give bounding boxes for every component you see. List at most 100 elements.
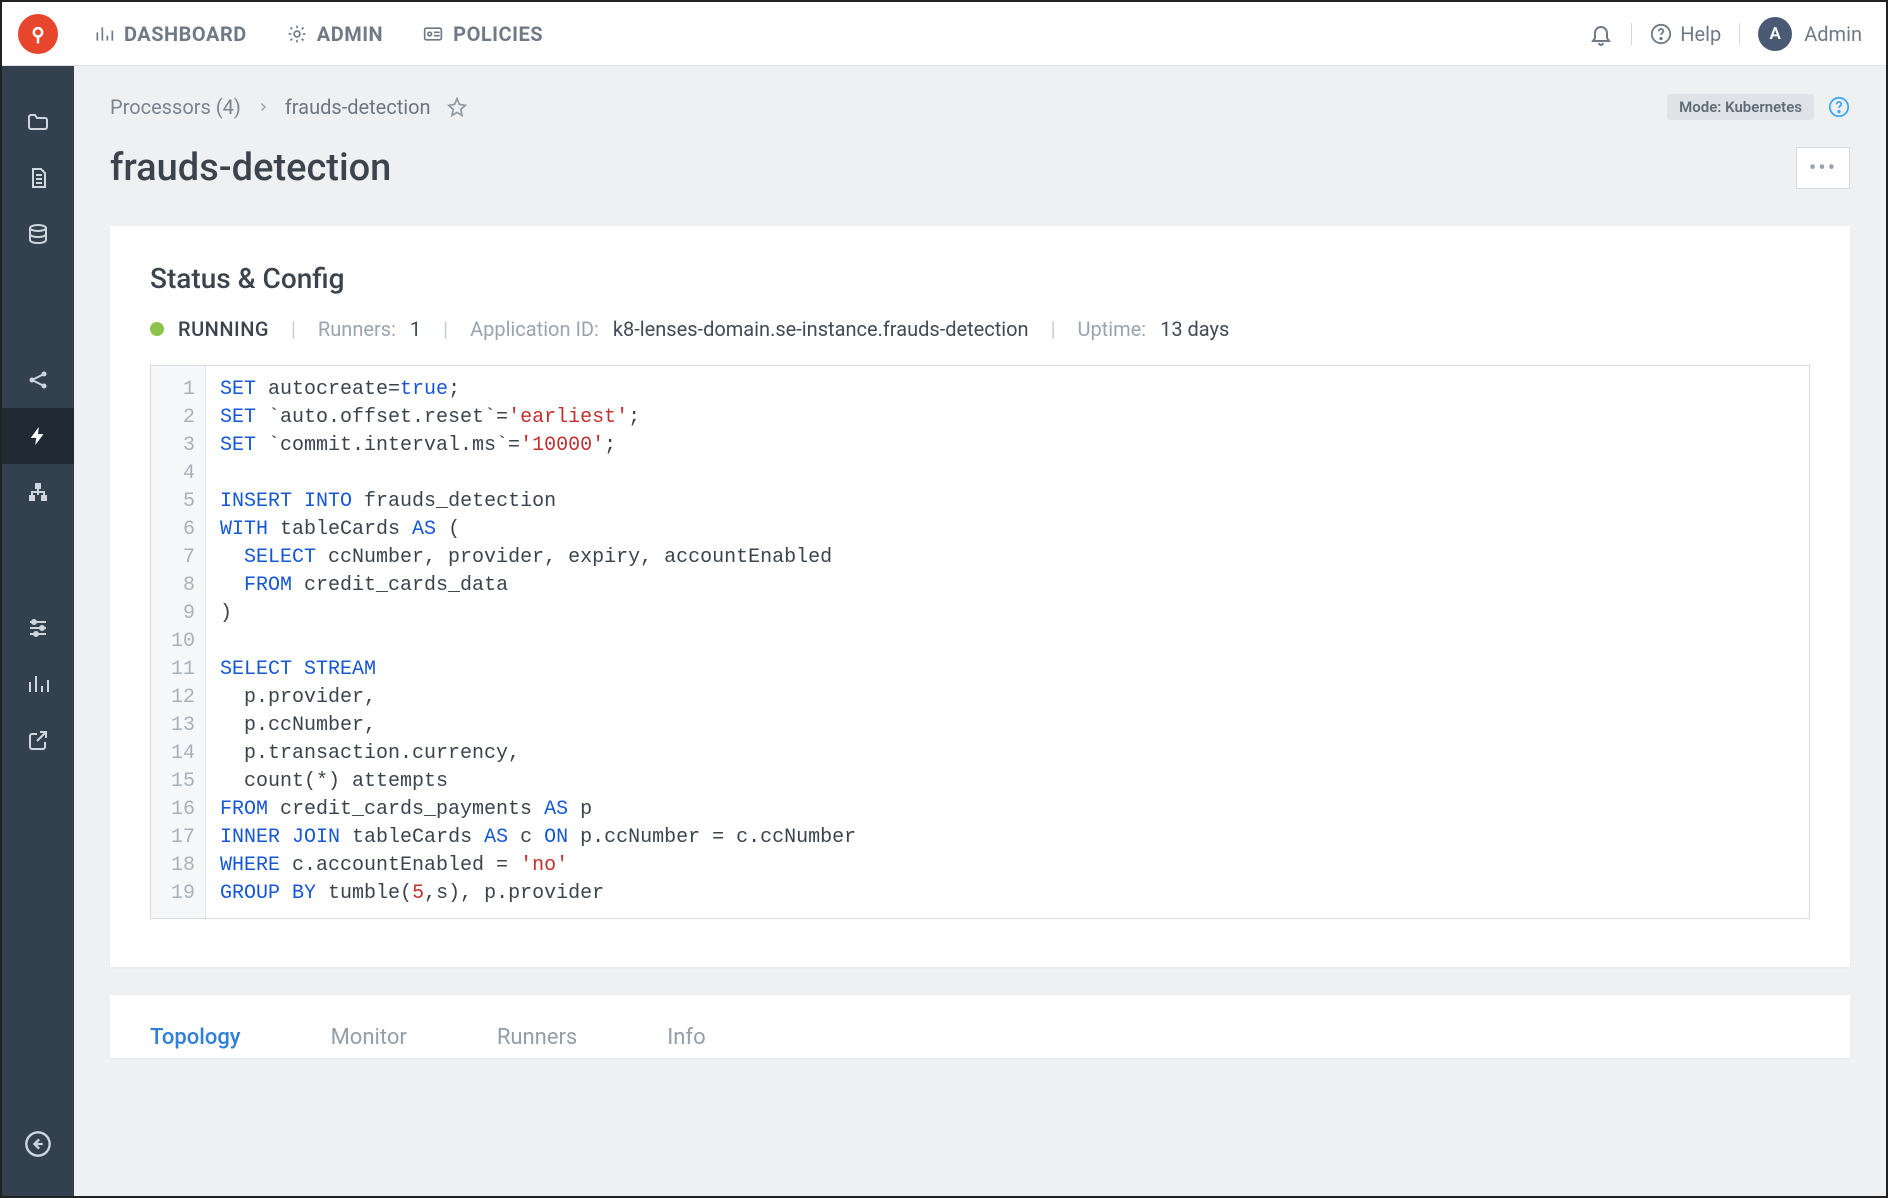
line-number: 3	[169, 432, 195, 460]
main-content: Processors (4) frauds-detection Mode: Ku…	[74, 66, 1886, 1196]
line-number: 10	[169, 628, 195, 656]
page-title: frauds-detection	[110, 146, 391, 190]
sidebar-item-external[interactable]	[2, 712, 74, 768]
breadcrumb-root[interactable]: Processors (4)	[110, 95, 241, 119]
help-icon	[1650, 23, 1672, 45]
runners-label: Runners:	[318, 317, 396, 341]
line-number: 11	[169, 656, 195, 684]
code-line: GROUP BY tumble(5,s), p.provider	[220, 880, 1795, 908]
code-line: count(*) attempts	[220, 768, 1795, 796]
line-number: 18	[169, 852, 195, 880]
sidebar-item-folder[interactable]	[2, 94, 74, 150]
line-number: 1	[169, 376, 195, 404]
bolt-icon	[27, 425, 49, 447]
line-number: 6	[169, 516, 195, 544]
nav-label: ADMIN	[317, 22, 383, 46]
sidebar-item-share[interactable]	[2, 352, 74, 408]
logo-icon	[28, 24, 48, 44]
left-sidebar	[2, 66, 74, 1196]
external-link-icon	[26, 728, 50, 752]
uptime-label: Uptime:	[1077, 317, 1146, 341]
share-icon	[26, 368, 50, 392]
nav-dashboard[interactable]: DASHBOARD	[94, 22, 247, 46]
editor-gutter: 12345678910111213141516171819	[151, 366, 206, 918]
code-line: )	[220, 600, 1795, 628]
divider: |	[1043, 317, 1064, 341]
app-logo[interactable]	[18, 14, 58, 54]
breadcrumb: Processors (4) frauds-detection Mode: Ku…	[110, 94, 1850, 120]
tab-runners[interactable]: Runners	[497, 1025, 577, 1058]
line-number: 4	[169, 460, 195, 488]
divider: |	[283, 317, 304, 341]
nav-label: DASHBOARD	[124, 22, 247, 46]
tab-topology[interactable]: Topology	[150, 1025, 241, 1058]
line-number: 16	[169, 796, 195, 824]
nav-policies[interactable]: POLICIES	[423, 22, 543, 46]
divider: |	[435, 317, 456, 341]
card-title: Status & Config	[150, 262, 1810, 295]
code-line	[220, 628, 1795, 656]
avatar: A	[1758, 17, 1792, 51]
mode-badge: Mode: Kubernetes	[1667, 94, 1814, 120]
nav-label: POLICIES	[453, 22, 543, 46]
appid-value: k8-lenses-domain.se-instance.frauds-dete…	[613, 317, 1029, 341]
status-line: RUNNING | Runners: 1 | Application ID: k…	[150, 317, 1810, 341]
bell-icon	[1589, 22, 1613, 46]
document-icon	[26, 166, 50, 190]
database-icon	[26, 222, 50, 246]
star-icon	[447, 97, 467, 117]
title-row: frauds-detection •••	[110, 146, 1850, 190]
code-line: SET `commit.interval.ms`='10000';	[220, 432, 1795, 460]
sidebar-item-chart[interactable]	[2, 656, 74, 712]
sidebar-item-plugin[interactable]	[2, 464, 74, 520]
line-number: 14	[169, 740, 195, 768]
editor-code[interactable]: SET autocreate=true;SET `auto.offset.res…	[206, 366, 1809, 918]
help-label: Help	[1680, 22, 1721, 46]
context-help-button[interactable]	[1828, 96, 1850, 118]
chevron-right-icon	[257, 101, 269, 113]
breadcrumb-current: frauds-detection	[285, 95, 431, 119]
code-line: SELECT STREAM	[220, 656, 1795, 684]
more-actions-button[interactable]: •••	[1796, 147, 1850, 189]
user-menu[interactable]: A Admin	[1758, 17, 1862, 51]
sidebar-item-back[interactable]	[2, 1116, 74, 1172]
sidebar-item-sliders[interactable]	[2, 600, 74, 656]
sidebar-item-bolt[interactable]	[2, 408, 74, 464]
tabs: Topology Monitor Runners Info	[150, 1025, 1810, 1058]
sidebar-item-document[interactable]	[2, 150, 74, 206]
top-nav: DASHBOARD ADMIN POLICIES	[74, 22, 1589, 46]
help-button[interactable]: Help	[1650, 22, 1721, 46]
user-name: Admin	[1804, 22, 1862, 46]
line-number: 17	[169, 824, 195, 852]
code-line: INNER JOIN tableCards AS c ON p.ccNumber…	[220, 824, 1795, 852]
line-number: 7	[169, 544, 195, 572]
line-number: 5	[169, 488, 195, 516]
folder-icon	[26, 110, 50, 134]
favorite-button[interactable]	[447, 97, 467, 117]
code-line: WITH tableCards AS (	[220, 516, 1795, 544]
tab-monitor[interactable]: Monitor	[331, 1025, 407, 1058]
appid-label: Application ID:	[470, 317, 599, 341]
divider	[1631, 23, 1632, 45]
sidebar-item-database[interactable]	[2, 206, 74, 262]
sql-editor[interactable]: 12345678910111213141516171819 SET autocr…	[150, 365, 1810, 919]
line-number: 15	[169, 768, 195, 796]
arrow-left-circle-icon	[24, 1130, 52, 1158]
code-line: FROM credit_cards_data	[220, 572, 1795, 600]
notifications-button[interactable]	[1589, 22, 1613, 46]
tab-info[interactable]: Info	[667, 1025, 705, 1058]
code-line: p.ccNumber,	[220, 712, 1795, 740]
code-line: p.transaction.currency,	[220, 740, 1795, 768]
status-value: RUNNING	[178, 317, 269, 341]
avatar-initial: A	[1770, 24, 1781, 44]
bar-chart-icon	[26, 672, 50, 696]
detail-tabs-card: Topology Monitor Runners Info	[110, 995, 1850, 1058]
runners-value: 1	[410, 317, 421, 341]
id-card-icon	[423, 24, 443, 44]
nav-admin[interactable]: ADMIN	[287, 22, 383, 46]
code-line	[220, 460, 1795, 488]
top-navbar: DASHBOARD ADMIN POLICIES	[2, 2, 1886, 66]
line-number: 2	[169, 404, 195, 432]
plugin-icon	[26, 480, 50, 504]
gear-icon	[287, 24, 307, 44]
